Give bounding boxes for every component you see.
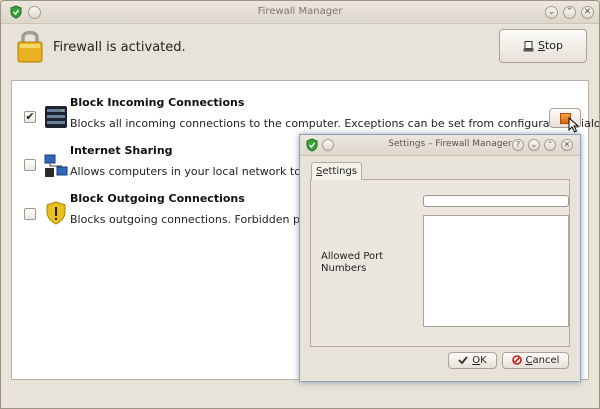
rule-description: Blocks outgoing connections. Forbidden p…	[70, 213, 331, 226]
ok-button[interactable]: OK	[448, 352, 497, 369]
cancel-accel: C	[525, 355, 533, 366]
server-icon	[45, 106, 67, 128]
mouse-cursor-icon	[568, 117, 580, 133]
check-icon	[458, 356, 468, 365]
stop-label-rest: top	[544, 39, 563, 52]
tab-settings[interactable]: Settings	[311, 162, 362, 180]
stop-button[interactable]: Stop	[499, 29, 587, 63]
ok-accel: O	[472, 355, 481, 366]
dialog-close-button[interactable]: ✕	[561, 139, 573, 151]
cancel-label-rest: ancel	[532, 355, 560, 366]
settings-dialog: Settings – Firewall Manager ? ⌄ ⌃ ✕ Sett…	[299, 134, 581, 382]
internet-sharing-checkbox[interactable]	[24, 159, 36, 171]
block-incoming-checkbox[interactable]: ✔	[24, 111, 36, 123]
window-title: Firewall Manager	[257, 6, 343, 17]
rule-title: Block Outgoing Connections	[70, 192, 245, 205]
settings-tab-panel: Allowed Port Numbers	[310, 179, 570, 347]
minimize-button[interactable]: ⌄	[545, 6, 558, 19]
rule-description: Allows computers in your local network t…	[70, 165, 338, 178]
rule-title: Internet Sharing	[70, 144, 173, 157]
dialog-maximize-button[interactable]: ⌃	[544, 139, 556, 151]
rule-title: Block Incoming Connections	[70, 96, 245, 109]
dialog-title-bar: Settings – Firewall Manager ? ⌄ ⌃ ✕	[300, 135, 580, 156]
help-button[interactable]: ?	[512, 139, 524, 151]
firewall-status-text: Firewall is activated.	[53, 40, 186, 55]
warning-shield-icon	[46, 201, 66, 225]
title-bar: Firewall Manager ⌄ ⌃ ✕	[1, 1, 599, 24]
port-number-input[interactable]	[423, 195, 569, 207]
network-share-icon	[44, 154, 68, 177]
tab-label-rest: ettings	[322, 166, 358, 177]
cancel-icon	[511, 355, 522, 365]
dialog-shield-icon[interactable]	[305, 138, 319, 152]
ok-label-rest: K	[480, 355, 487, 366]
lock-icon	[17, 30, 43, 63]
allowed-ports-list[interactable]	[423, 215, 569, 327]
block-outgoing-checkbox[interactable]	[24, 208, 36, 220]
rule-block-incoming: ✔ Block Incoming Connections Blocks all …	[12, 93, 599, 139]
allowed-ports-label: Allowed Port Numbers	[321, 251, 384, 274]
dialog-title: Settings – Firewall Manager	[388, 139, 512, 149]
cancel-button[interactable]: Cancel	[502, 352, 569, 369]
status-header: Firewall is activated. Stop	[1, 24, 599, 72]
close-button[interactable]: ✕	[581, 6, 594, 19]
rule-description: Blocks all incoming connections to the c…	[70, 117, 600, 130]
dialog-minimize-button[interactable]: ⌄	[528, 139, 540, 151]
stop-accel: S	[537, 39, 545, 52]
stop-icon	[523, 40, 534, 51]
maximize-button[interactable]: ⌃	[563, 6, 576, 19]
firewall-manager-window: Firewall Manager ⌄ ⌃ ✕ Firewall is activ…	[0, 0, 600, 409]
